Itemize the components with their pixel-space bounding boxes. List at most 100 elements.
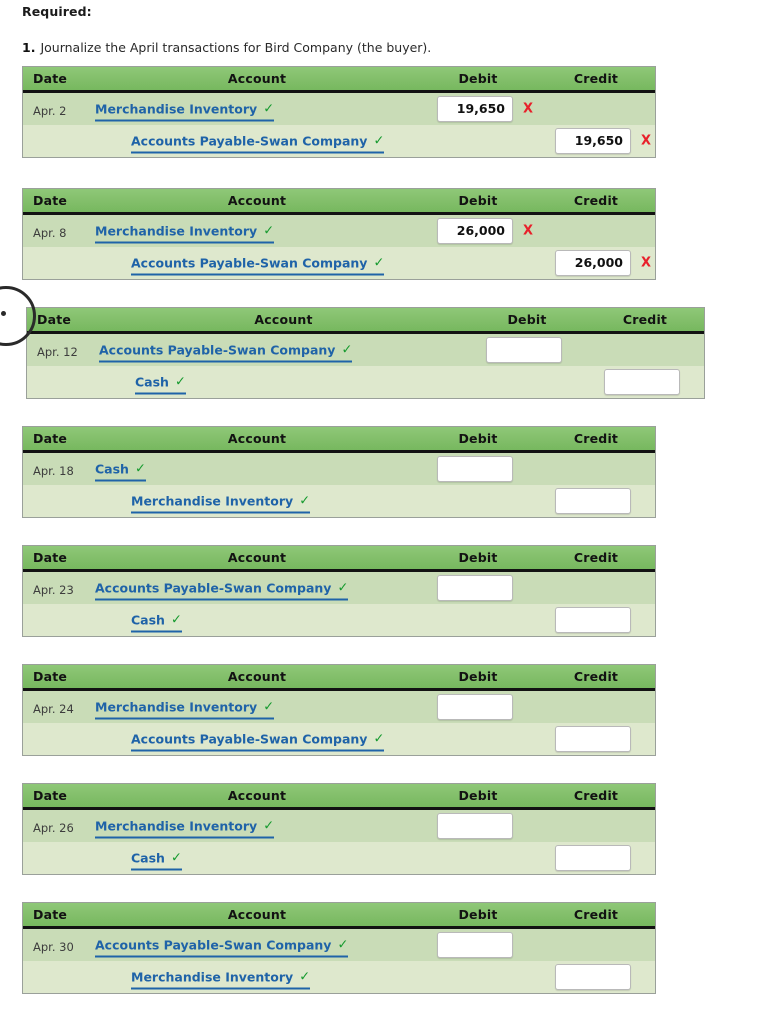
column-header-date: Date (33, 907, 68, 922)
debit-amount-input[interactable] (437, 575, 513, 601)
account-underline (95, 717, 275, 720)
journal-debit-cell (419, 125, 537, 157)
journal-account-cell: Accounts Payable-Swan Company ✓ (95, 125, 419, 157)
instruction-number: 1. (22, 40, 36, 55)
journal-apr-8: Date Account Debit Credit Apr. 8 Merchandise … (22, 188, 656, 280)
journal-date-text: Apr. 26 (33, 820, 74, 835)
column-header-account: Account (254, 312, 313, 327)
journal-account-cell: Accounts Payable-Swan Company ✓ (95, 723, 419, 755)
journal-credit-cell (537, 485, 655, 517)
account-select-link[interactable]: Merchandise Inventory ✓ (95, 818, 275, 839)
column-header-date: Date (33, 71, 68, 86)
credit-amount-input[interactable]: 26,000 (555, 250, 631, 276)
credit-amount-input[interactable] (604, 369, 680, 395)
debit-amount-input[interactable] (437, 694, 513, 720)
account-underline (95, 119, 275, 122)
column-header-account: Account (227, 431, 287, 446)
column-header-date: Date (33, 550, 68, 565)
credit-amount-input[interactable] (555, 845, 631, 871)
check-icon: ✓ (263, 818, 275, 834)
check-icon: ✓ (263, 699, 275, 715)
journal-debit-cell (419, 929, 537, 961)
incorrect-x-icon: X (523, 101, 534, 117)
credit-amount-input[interactable]: 19,650 (555, 128, 631, 154)
journal-credit-cell (537, 842, 655, 874)
debit-amount-input[interactable] (437, 932, 513, 958)
account-name-label: Cash (135, 374, 169, 390)
journal-line-row: Accounts Payable-Swan Company ✓ 26,000 X (23, 247, 655, 279)
account-name-label: Merchandise Inventory (95, 818, 258, 834)
check-icon: ✓ (263, 101, 275, 117)
account-name-label: Accounts Payable-Swan Company (131, 133, 368, 149)
account-select-link[interactable]: Accounts Payable-Swan Company ✓ (131, 732, 385, 752)
journal-account-cell: Merchandise Inventory ✓ (95, 93, 419, 125)
journal-date-text: Apr. 18 (33, 463, 74, 478)
check-icon: ✓ (170, 612, 182, 628)
journal-date-text: Apr. 23 (33, 582, 74, 597)
account-select-link[interactable]: Merchandise Inventory ✓ (131, 969, 311, 990)
account-select-link[interactable]: Accounts Payable-Swan Company ✓ (95, 581, 349, 601)
account-select-link[interactable]: Accounts Payable-Swan Company ✓ (131, 133, 385, 154)
account-select-link[interactable]: Merchandise Inventory ✓ (95, 224, 275, 244)
journal-credit-cell (586, 366, 704, 398)
column-header-date: Date (33, 669, 68, 684)
journal-account-cell: Accounts Payable-Swan Company ✓ (95, 929, 419, 961)
check-icon: ✓ (134, 461, 146, 477)
instruction-text: Journalize the April transactions for Bi… (40, 40, 432, 55)
debit-amount-input[interactable]: 26,000 (437, 218, 513, 244)
column-header-debit: Debit (458, 788, 498, 803)
debit-amount-input[interactable] (486, 337, 562, 363)
account-select-link[interactable]: Cash ✓ (131, 612, 182, 633)
column-header-credit: Credit (573, 71, 619, 86)
account-select-link[interactable]: Cash ✓ (135, 374, 186, 395)
incorrect-x-icon: X (641, 255, 652, 271)
column-header-date: Date (33, 431, 68, 446)
journal-credit-cell (537, 723, 655, 755)
account-underline (99, 360, 353, 363)
credit-amount-input[interactable] (555, 488, 631, 514)
debit-amount-input[interactable] (437, 813, 513, 839)
debit-amount-input[interactable] (437, 456, 513, 482)
check-icon: ✓ (299, 493, 311, 509)
account-select-link[interactable]: Cash ✓ (95, 461, 146, 482)
check-icon: ✓ (170, 850, 182, 866)
credit-amount-input[interactable] (555, 964, 631, 990)
account-name-label: Cash (95, 461, 129, 477)
journal-line-row: Cash ✓ (27, 366, 704, 398)
journal-header-row: Date Account Debit Credit (23, 903, 655, 929)
account-select-link[interactable]: Accounts Payable-Swan Company ✓ (131, 256, 385, 276)
journal-credit-cell: 19,650 X (537, 125, 655, 157)
account-select-link[interactable]: Merchandise Inventory ✓ (95, 101, 275, 122)
journal-line-row: Apr. 24 Merchandise Inventory ✓ (23, 691, 655, 723)
journal-credit-cell (586, 334, 704, 366)
journal-debit-cell (419, 604, 537, 636)
account-select-link[interactable]: Cash ✓ (131, 850, 182, 871)
journal-debit-cell (419, 485, 537, 517)
journal-header-row: Date Account Debit Credit (23, 665, 655, 691)
journal-line-row: Apr. 8 Merchandise Inventory ✓ 26,000 X (23, 215, 655, 247)
incorrect-x-icon: X (523, 223, 534, 239)
account-select-link[interactable]: Accounts Payable-Swan Company ✓ (99, 343, 353, 363)
debit-amount-input[interactable]: 19,650 (437, 96, 513, 122)
incorrect-x-icon: X (641, 133, 652, 149)
journal-line-row: Apr. 26 Merchandise Inventory ✓ (23, 810, 655, 842)
journal-debit-cell (419, 723, 537, 755)
journal-account-cell: Merchandise Inventory ✓ (95, 810, 419, 842)
credit-amount-input[interactable] (555, 607, 631, 633)
account-name-label: Merchandise Inventory (131, 969, 294, 985)
account-underline (95, 836, 275, 839)
account-underline (131, 749, 385, 752)
column-header-account: Account (227, 550, 287, 565)
column-header-debit: Debit (458, 907, 498, 922)
journal-credit-cell (537, 810, 655, 842)
account-select-link[interactable]: Merchandise Inventory ✓ (131, 493, 311, 514)
journal-line-row: Apr. 23 Accounts Payable-Swan Company ✓ (23, 572, 655, 604)
column-header-account: Account (227, 193, 287, 208)
credit-amount-input[interactable] (555, 726, 631, 752)
account-select-link[interactable]: Merchandise Inventory ✓ (95, 699, 275, 720)
journal-apr-23: Date Account Debit Credit Apr. 23 Accounts Pa… (22, 545, 656, 637)
column-header-account: Account (227, 71, 287, 86)
journal-credit-cell (537, 604, 655, 636)
account-select-link[interactable]: Accounts Payable-Swan Company ✓ (95, 938, 349, 958)
journal-apr-26: Date Account Debit Credit Apr. 26 Merchandise… (22, 783, 656, 875)
